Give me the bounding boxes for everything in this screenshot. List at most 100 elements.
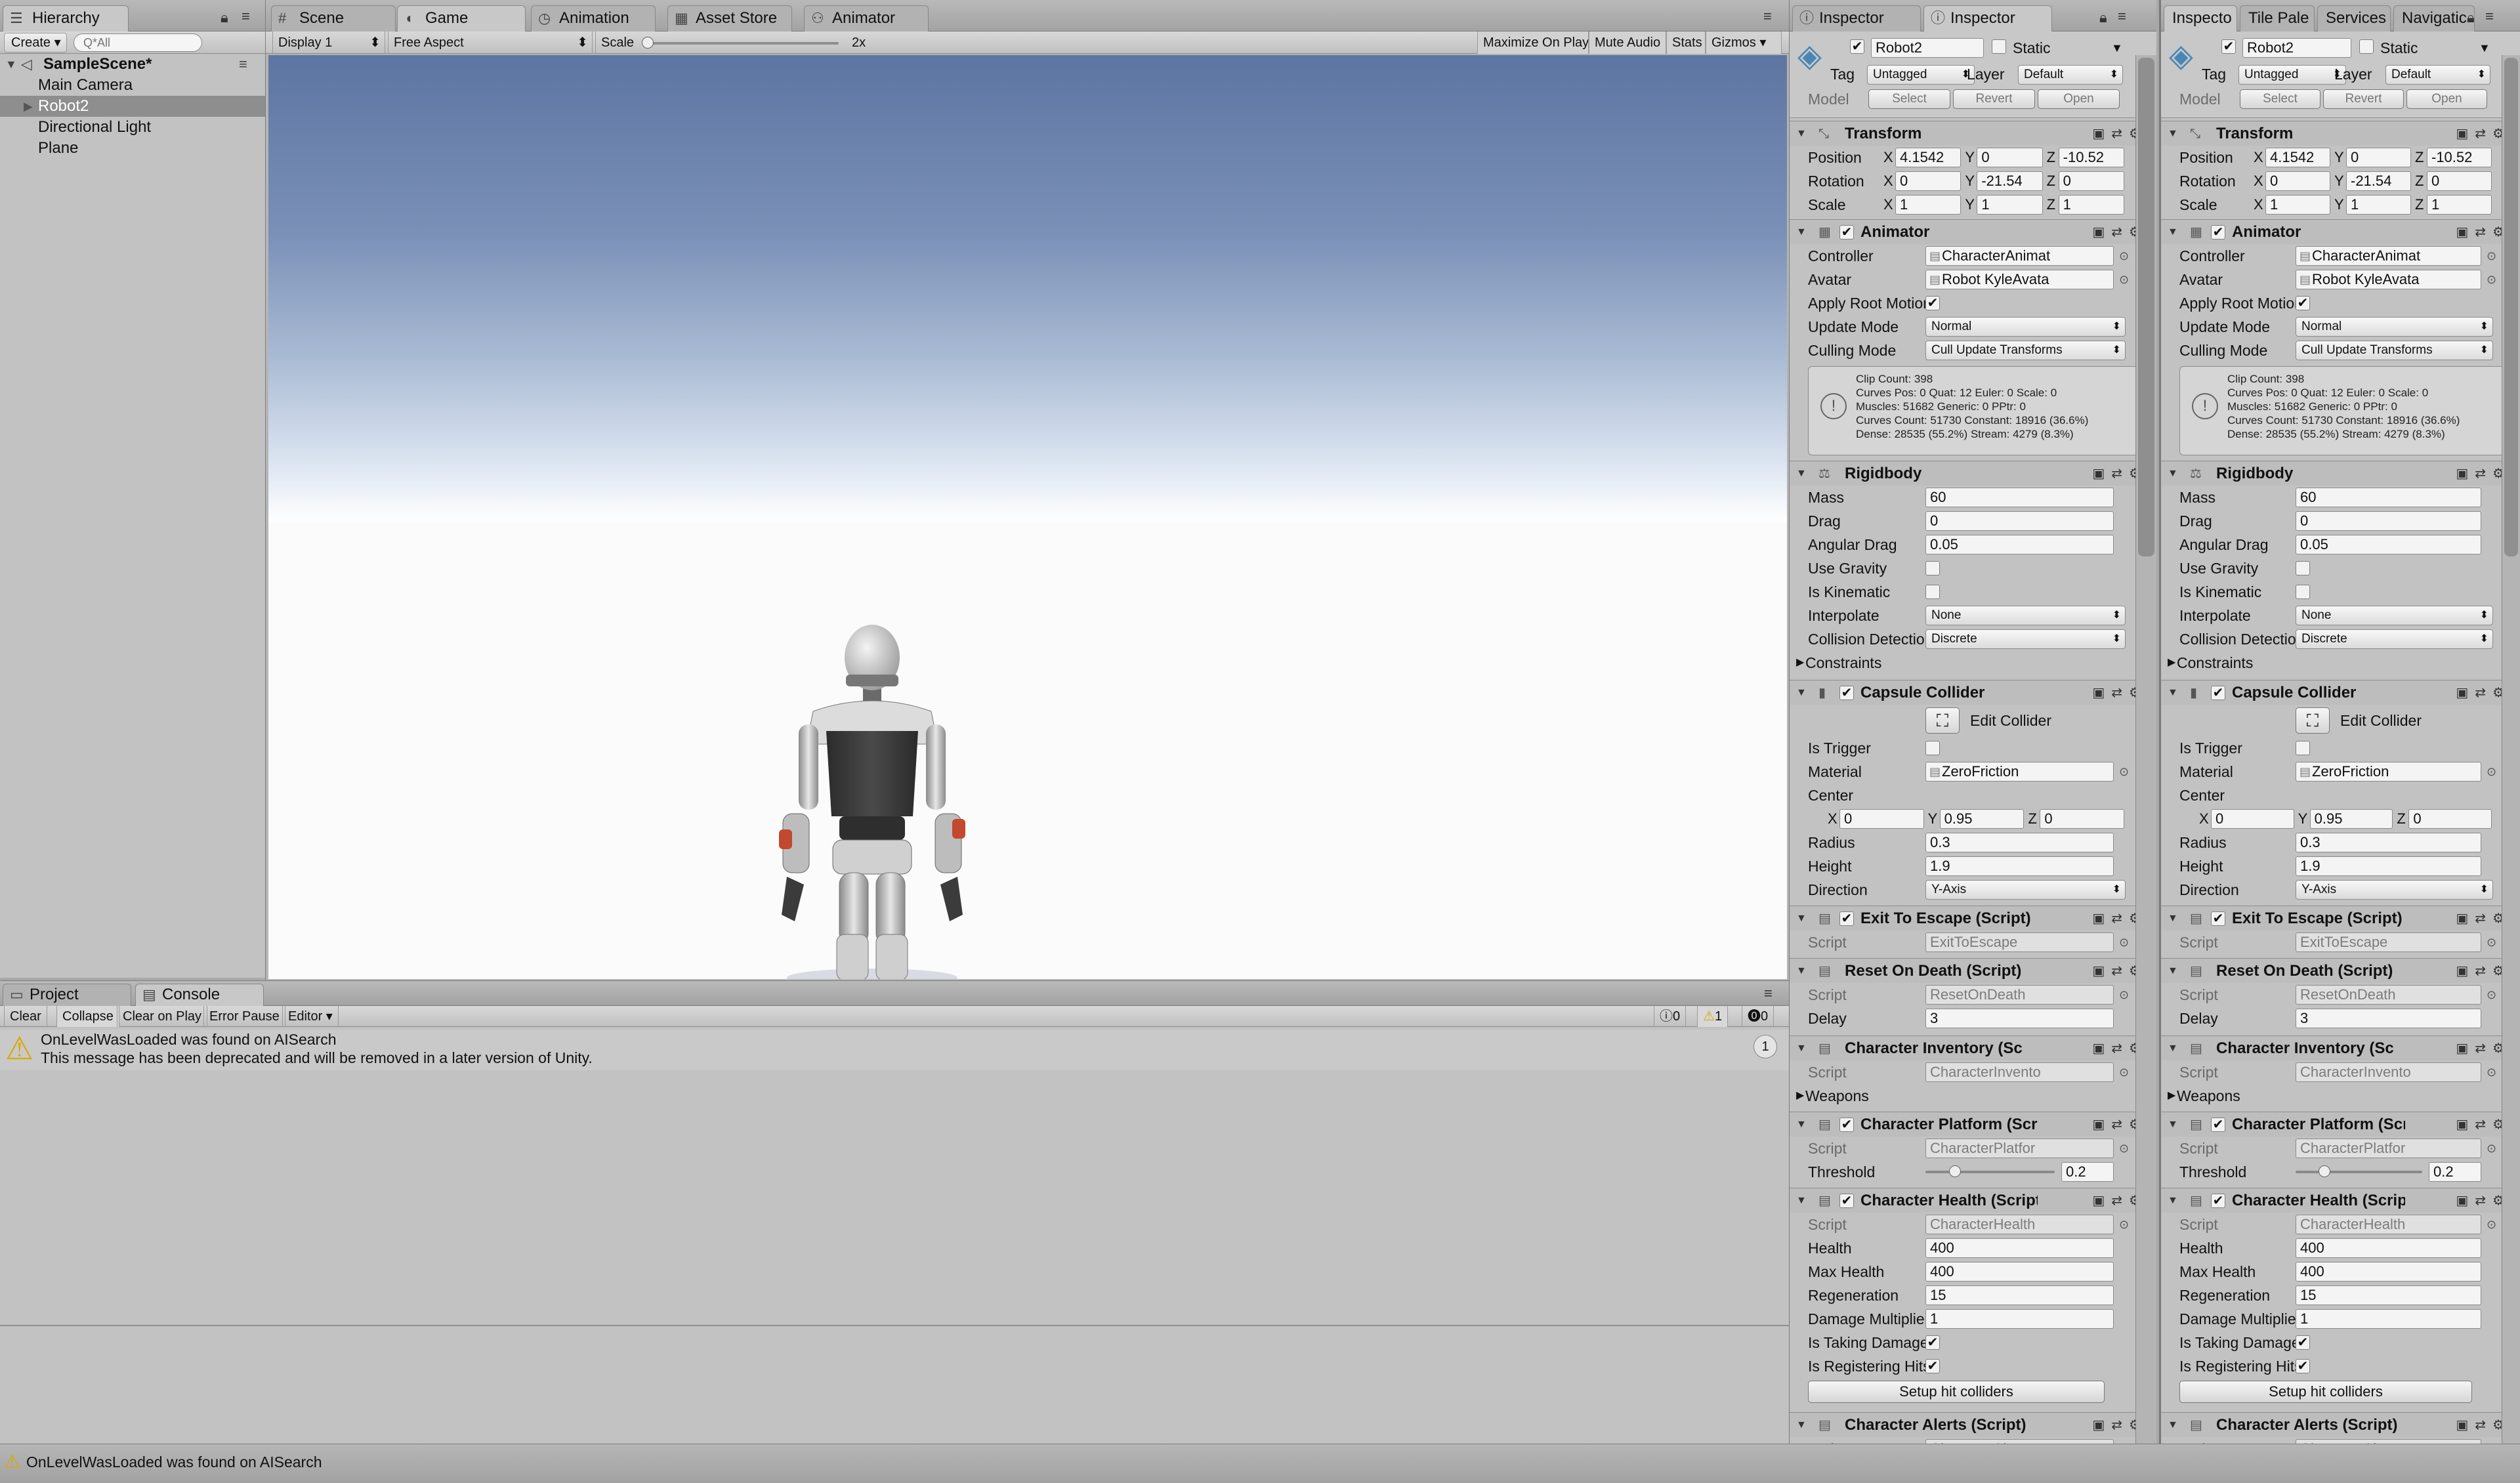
warning-count-toggle[interactable]: ⚠1 [1697, 1006, 1729, 1027]
is-kinematic-checkbox[interactable] [1925, 585, 1940, 599]
vector-field-z[interactable]: 0 [2427, 171, 2492, 191]
update-mode-dropdown[interactable]: Normal [2296, 317, 2493, 337]
component-header-capsule-collider[interactable]: ▼▮✔Capsule Collider▣⇄⚙ [1790, 680, 2156, 705]
preset-icon[interactable]: ⇄ [2111, 686, 2129, 700]
component-header-capsule-collider[interactable]: ▼▮✔Capsule Collider▣⇄⚙ [2161, 680, 2520, 705]
vector-field-z[interactable]: -10.52 [2427, 148, 2492, 167]
component-header-transform[interactable]: ▼⤡Transform▣⇄⚙ [1790, 121, 2156, 146]
vector-field-y[interactable]: 0.95 [1939, 809, 2025, 829]
scrollbar-thumb[interactable] [2504, 58, 2518, 556]
object-picker-icon[interactable]: ⊙ [2487, 268, 2496, 291]
lock-icon[interactable]: 🔒︎ [220, 9, 228, 26]
static-dropdown[interactable]: ▼ [2111, 37, 2123, 59]
inspector-right-scrollbar[interactable] [2502, 55, 2520, 1444]
vector-field-x[interactable]: 0 [2265, 171, 2330, 191]
health-field[interactable]: 400 [1925, 1238, 2114, 1258]
drag-field[interactable]: 0 [1925, 511, 2114, 531]
health-field[interactable]: 400 [2296, 1238, 2481, 1258]
direction-dropdown[interactable]: Y-Axis [2296, 880, 2493, 900]
chevron-down-icon[interactable]: ▼ [1796, 1036, 1807, 1061]
error-pause-button[interactable]: Error Pause [203, 1006, 285, 1027]
collision-detection-dropdown[interactable]: Discrete [1925, 629, 2126, 649]
preset-icon[interactable]: ⇄ [2111, 1041, 2129, 1056]
chevron-down-icon[interactable]: ▼ [1796, 1188, 1807, 1213]
script-field[interactable]: ExitToEscape [2296, 932, 2481, 952]
delay-field[interactable]: 3 [1925, 1009, 2114, 1028]
vector-field-z[interactable]: 1 [2427, 195, 2492, 215]
book-icon[interactable]: ▣ [2092, 1418, 2111, 1432]
hierarchy-item-robot2[interactable]: ▶ Robot2 [0, 96, 265, 117]
book-icon[interactable]: ▣ [2092, 1041, 2111, 1056]
script-field[interactable]: ResetOnDeath [1925, 985, 2114, 1005]
scene-row[interactable]: ▼ ◁ SampleScene* ≡ [0, 54, 265, 75]
book-icon[interactable]: ▣ [2456, 911, 2475, 926]
vector-field-x[interactable]: 0 [2211, 809, 2294, 829]
is-trigger-checkbox[interactable] [2296, 741, 2310, 755]
component-header-character-alerts[interactable]: ▼▤Character Alerts (Script)▣⇄⚙ [1790, 1412, 2156, 1437]
book-icon[interactable]: ▣ [2456, 1418, 2475, 1432]
create-dropdown[interactable]: Create ▾ [4, 33, 67, 52]
object-picker-icon[interactable]: ⊙ [2487, 1060, 2496, 1084]
preset-icon[interactable]: ⇄ [2111, 1418, 2129, 1432]
object-picker-icon[interactable]: ⊙ [2487, 760, 2496, 783]
component-enabled-toggle[interactable]: ✔ [1839, 225, 1854, 240]
component-header-animator[interactable]: ▼▦✔Animator▣⇄⚙ [2161, 219, 2520, 244]
preset-icon[interactable]: ⇄ [2111, 964, 2129, 978]
preset-icon[interactable]: ⇄ [2475, 1418, 2492, 1432]
book-icon[interactable]: ▣ [2092, 1117, 2111, 1132]
component-enabled-toggle[interactable]: ✔ [1839, 1194, 1854, 1208]
static-toggle[interactable] [2359, 39, 2374, 54]
clear-button[interactable]: Clear [4, 1006, 47, 1027]
component-enabled-toggle[interactable]: ✔ [2211, 1117, 2225, 1132]
chevron-down-icon[interactable]: ▼ [2168, 1112, 2178, 1137]
object-picker-icon[interactable]: ⊙ [2487, 244, 2496, 268]
object-picker-icon[interactable]: ⊙ [2119, 1213, 2129, 1236]
apply-root-motion-checkbox[interactable]: ✔ [1925, 296, 1940, 310]
book-icon[interactable]: ▣ [2456, 467, 2475, 481]
threshold-slider-thumb[interactable] [1948, 1165, 1961, 1177]
book-icon[interactable]: ▣ [2092, 964, 2111, 978]
display-dropdown[interactable]: Display 1 ⬍ [272, 31, 385, 54]
model-open-button[interactable]: Open [2406, 89, 2487, 109]
controller-field[interactable]: CharacterAnimat [1925, 246, 2114, 266]
max-health-field[interactable]: 400 [1925, 1262, 2114, 1282]
chevron-down-icon[interactable]: ▼ [1796, 906, 1807, 931]
tab-inspector[interactable]: ⓘ Inspector [1792, 5, 1921, 31]
book-icon[interactable]: ▣ [2456, 1194, 2475, 1208]
chevron-down-icon[interactable]: ▼ [2168, 461, 2178, 486]
tab-tile-pale[interactable]: Tile Pale [2240, 5, 2315, 31]
lock-icon[interactable]: 🔒︎ [2099, 9, 2107, 26]
vector-field-z[interactable]: 1 [2058, 195, 2124, 215]
vector-field-x[interactable]: 1 [1895, 195, 1962, 215]
threshold-field[interactable]: 0.2 [2061, 1162, 2114, 1182]
threshold-slider[interactable] [1925, 1165, 2055, 1177]
is-trigger-checkbox[interactable] [1925, 741, 1940, 755]
chevron-down-icon[interactable]: ▼ [2168, 680, 2178, 705]
hierarchy-item-main-camera[interactable]: Main Camera [0, 75, 265, 96]
height-field[interactable]: 1.9 [2296, 856, 2481, 876]
is-taking-damage-checkbox[interactable]: ✔ [2296, 1335, 2310, 1350]
script-field[interactable]: CharacterInvento [1925, 1062, 2114, 1082]
chevron-right-icon[interactable]: ▶ [2168, 1084, 2175, 1108]
preset-icon[interactable]: ⇄ [2475, 686, 2492, 700]
is-registering-hits-checkbox[interactable]: ✔ [2296, 1359, 2310, 1373]
height-field[interactable]: 1.9 [1925, 856, 2114, 876]
vector-field-x[interactable]: 0 [1895, 171, 1962, 191]
component-header-animator[interactable]: ▼▦✔Animator▣⇄⚙ [1790, 219, 2156, 244]
component-header-rigidbody[interactable]: ▼⚖Rigidbody▣⇄⚙ [1790, 461, 2156, 486]
scale-slider-thumb[interactable] [642, 37, 654, 49]
tab-animation[interactable]: ◷ Animation [531, 5, 656, 31]
avatar-field[interactable]: Robot KyleAvata [2296, 270, 2481, 289]
interpolate-dropdown[interactable]: None [1925, 606, 2126, 625]
object-picker-icon[interactable]: ⊙ [2119, 930, 2129, 954]
angular-drag-field[interactable]: 0.05 [2296, 535, 2481, 554]
vector-field-x[interactable]: 4.1542 [1895, 148, 1962, 167]
component-enabled-toggle[interactable]: ✔ [2211, 686, 2225, 700]
drag-field[interactable]: 0 [2296, 511, 2481, 531]
active-toggle[interactable]: ✔ [1850, 39, 1864, 54]
use-gravity-checkbox[interactable] [1925, 561, 1940, 575]
script-field[interactable]: CharacterInvento [2296, 1062, 2481, 1082]
preset-icon[interactable]: ⇄ [2111, 225, 2129, 240]
threshold-slider-thumb[interactable] [2319, 1165, 2330, 1177]
preset-icon[interactable]: ⇄ [2475, 1041, 2492, 1056]
